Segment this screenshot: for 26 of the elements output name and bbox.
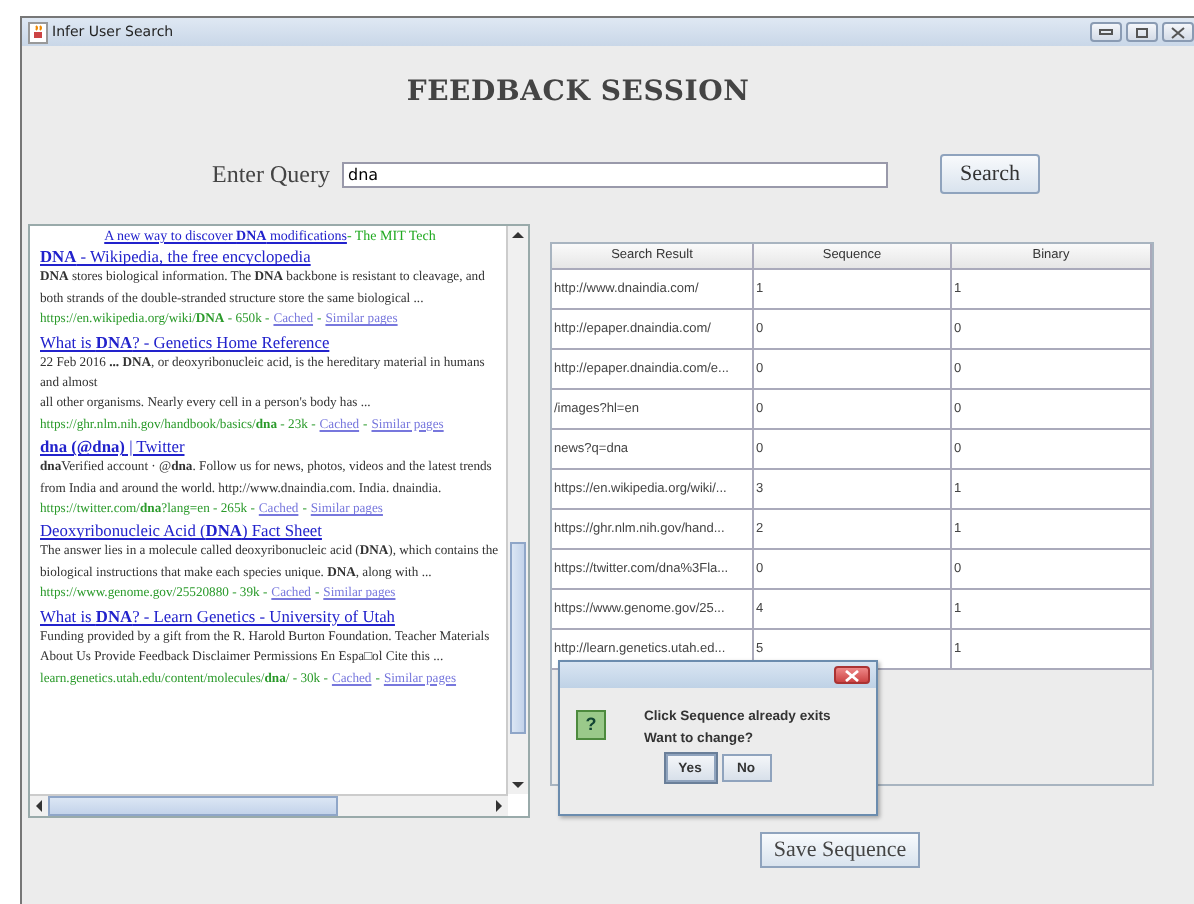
vertical-scrollbar[interactable] — [506, 226, 528, 794]
save-sequence-button[interactable]: Save Sequence — [760, 832, 920, 868]
query-label: Enter Query — [212, 159, 332, 189]
result-title-link[interactable]: What is DNA? - Learn Genetics - University of Utah — [40, 605, 500, 628]
question-icon: ? — [576, 710, 606, 740]
close-icon — [844, 669, 860, 681]
result-title-link[interactable]: DNA - Wikipedia, the free encyclopedia — [40, 246, 500, 269]
query-field[interactable]: dna — [342, 161, 888, 187]
maximize-button[interactable] — [1126, 22, 1158, 42]
close-button[interactable] — [834, 666, 870, 684]
horizontal-scrollbar[interactable] — [30, 794, 508, 816]
scroll-down-icon[interactable] — [508, 778, 528, 794]
minimize-button[interactable] — [1090, 22, 1122, 42]
session-heading: FEEDBACK SESSION — [404, 76, 752, 108]
scroll-thumb[interactable] — [48, 796, 338, 816]
scroll-thumb[interactable] — [510, 542, 526, 734]
close-icon — [1170, 25, 1186, 39]
maximize-icon — [1134, 25, 1150, 39]
result-title-link[interactable]: Deoxyribonucleic Acid (DNA) Fact Sheet — [40, 520, 500, 543]
result-title-link[interactable]: dna (@dna) | Twitter — [40, 436, 500, 459]
scroll-up-icon[interactable] — [508, 226, 528, 242]
minimize-icon — [1098, 26, 1114, 38]
close-button[interactable] — [1162, 22, 1194, 42]
scroll-right-icon[interactable] — [492, 796, 508, 816]
result-title-link[interactable]: What is DNA? - Genetics Home Reference — [40, 331, 500, 354]
search-button[interactable]: Search — [940, 154, 1040, 194]
